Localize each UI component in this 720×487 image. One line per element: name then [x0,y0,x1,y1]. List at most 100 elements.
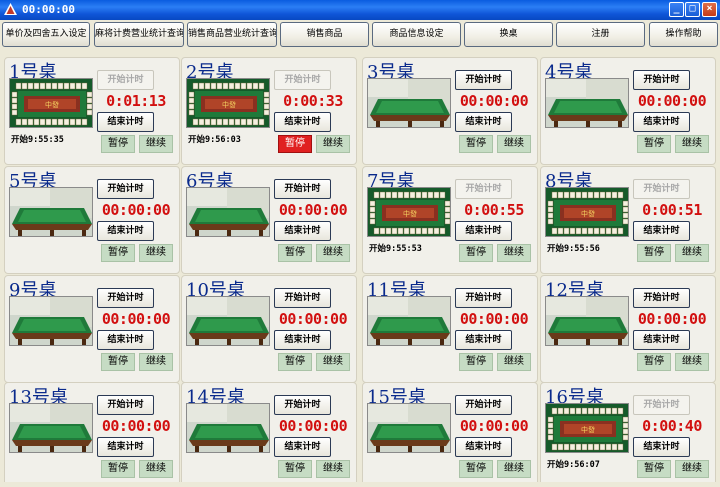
table-thumbnail [545,78,629,128]
pause-button[interactable]: 暂停 [101,135,135,153]
start-timer-button[interactable]: 开始计时 [455,179,512,199]
end-timer-button[interactable]: 结束计时 [455,112,512,132]
pause-button[interactable]: 暂停 [637,460,671,478]
resume-button[interactable]: 继续 [316,353,350,371]
timer-display: 0:00:33 [283,92,343,110]
timer-display: 0:00:51 [642,201,702,219]
table-panel-4: 4号桌 开始计时 00:00:00 结束计时 暂停 继续 [540,57,716,165]
timer-display: 00:00:00 [278,310,348,328]
timer-display: 0:01:13 [106,92,166,110]
resume-button[interactable]: 继续 [316,135,350,153]
start-timer-button[interactable]: 开始计时 [274,179,331,199]
start-timer-button[interactable]: 开始计时 [455,70,512,90]
table-panel-13: 13号桌 开始计时 00:00:00 结束计时 暂停 继续 [4,382,180,487]
table-panel-9: 9号桌 开始计时 00:00:00 结束计时 暂停 继续 [4,275,180,383]
resume-button[interactable]: 继续 [497,460,531,478]
end-timer-button[interactable]: 结束计时 [455,221,512,241]
timer-display: 00:00:00 [637,92,707,110]
end-timer-button[interactable]: 结束计时 [274,437,331,457]
start-time-label: 开始9:55:56 [547,244,600,254]
table-panel-2: 2号桌 中發 开始计时 0:00:33 结束计时 开始9:56:03 暂停 继续 [181,57,357,165]
end-timer-button[interactable]: 结束计时 [633,330,690,350]
end-timer-button[interactable]: 结束计时 [633,112,690,132]
resume-button[interactable]: 继续 [139,244,173,262]
start-timer-button[interactable]: 开始计时 [633,179,690,199]
pause-button[interactable]: 暂停 [101,244,135,262]
end-timer-button[interactable]: 结束计时 [274,221,331,241]
maximize-button[interactable]: □ [685,2,700,17]
pause-button[interactable]: 暂停 [637,135,671,153]
end-timer-button[interactable]: 结束计时 [97,330,154,350]
end-timer-button[interactable]: 结束计时 [633,221,690,241]
pause-button[interactable]: 暂停 [459,353,493,371]
table-panel-7: 7号桌 中發 开始计时 0:00:55 结束计时 开始9:55:53 暂停 继续 [362,166,538,274]
timer-display: 0:00:55 [464,201,524,219]
resume-button[interactable]: 继续 [497,244,531,262]
rounding-settings-button[interactable]: 单价及四舍五入设定 [2,22,90,47]
resume-button[interactable]: 继续 [316,244,350,262]
start-timer-button[interactable]: 开始计时 [274,288,331,308]
table-thumbnail: 中發 [186,78,270,128]
resume-button[interactable]: 继续 [675,135,709,153]
minimize-button[interactable]: _ [669,2,684,17]
table-thumbnail [367,78,451,128]
pause-button[interactable]: 暂停 [278,244,312,262]
pause-button[interactable]: 暂停 [459,244,493,262]
table-panel-12: 12号桌 开始计时 00:00:00 结束计时 暂停 继续 [540,275,716,383]
pause-button[interactable]: 暂停 [278,460,312,478]
start-timer-button[interactable]: 开始计时 [97,179,154,199]
start-timer-button[interactable]: 开始计时 [97,70,154,90]
pause-button[interactable]: 暂停 [637,353,671,371]
help-button[interactable]: 操作帮助 [649,22,718,47]
start-timer-button[interactable]: 开始计时 [455,288,512,308]
pause-button[interactable]: 暂停 [278,353,312,371]
resume-button[interactable]: 继续 [675,353,709,371]
goods-settings-button[interactable]: 商品信息设定 [372,22,461,47]
table-thumbnail: 中發 [367,187,451,237]
timer-display: 00:00:00 [101,417,171,435]
start-timer-button[interactable]: 开始计时 [274,395,331,415]
svg-text:中發: 中發 [222,100,236,109]
timer-display: 00:00:00 [101,310,171,328]
table-panel-6: 6号桌 开始计时 00:00:00 结束计时 暂停 继续 [181,166,357,274]
start-timer-button[interactable]: 开始计时 [455,395,512,415]
timer-display: 00:00:00 [459,310,529,328]
start-timer-button[interactable]: 开始计时 [274,70,331,90]
pause-button[interactable]: 暂停 [459,460,493,478]
register-button[interactable]: 注册 [556,22,645,47]
mahjong-billing-stats-button[interactable]: 麻将计费营业统计查询 [94,22,184,47]
close-button[interactable]: × [702,2,717,17]
start-timer-button[interactable]: 开始计时 [633,70,690,90]
start-timer-button[interactable]: 开始计时 [633,395,690,415]
end-timer-button[interactable]: 结束计时 [97,221,154,241]
resume-button[interactable]: 继续 [139,353,173,371]
resume-button[interactable]: 继续 [316,460,350,478]
start-time-label: 开始9:55:35 [11,135,64,145]
pause-button[interactable]: 暂停 [278,135,312,153]
end-timer-button[interactable]: 结束计时 [455,330,512,350]
end-timer-button[interactable]: 结束计时 [633,437,690,457]
start-timer-button[interactable]: 开始计时 [97,395,154,415]
end-timer-button[interactable]: 结束计时 [455,437,512,457]
end-timer-button[interactable]: 结束计时 [274,330,331,350]
resume-button[interactable]: 继续 [497,135,531,153]
end-timer-button[interactable]: 结束计时 [274,112,331,132]
resume-button[interactable]: 继续 [675,244,709,262]
title-bar: 00:00:00 _ □ × [0,0,720,20]
start-timer-button[interactable]: 开始计时 [633,288,690,308]
sales-stats-button[interactable]: 销售商品营业统计查询 [187,22,277,47]
end-timer-button[interactable]: 结束计时 [97,112,154,132]
app-icon [4,3,17,15]
start-timer-button[interactable]: 开始计时 [97,288,154,308]
pause-button[interactable]: 暂停 [101,460,135,478]
end-timer-button[interactable]: 结束计时 [97,437,154,457]
resume-button[interactable]: 继续 [139,460,173,478]
pause-button[interactable]: 暂停 [459,135,493,153]
change-table-button[interactable]: 换桌 [464,22,553,47]
pause-button[interactable]: 暂停 [637,244,671,262]
resume-button[interactable]: 继续 [675,460,709,478]
resume-button[interactable]: 继续 [497,353,531,371]
sell-goods-button[interactable]: 销售商品 [280,22,369,47]
resume-button[interactable]: 继续 [139,135,173,153]
pause-button[interactable]: 暂停 [101,353,135,371]
